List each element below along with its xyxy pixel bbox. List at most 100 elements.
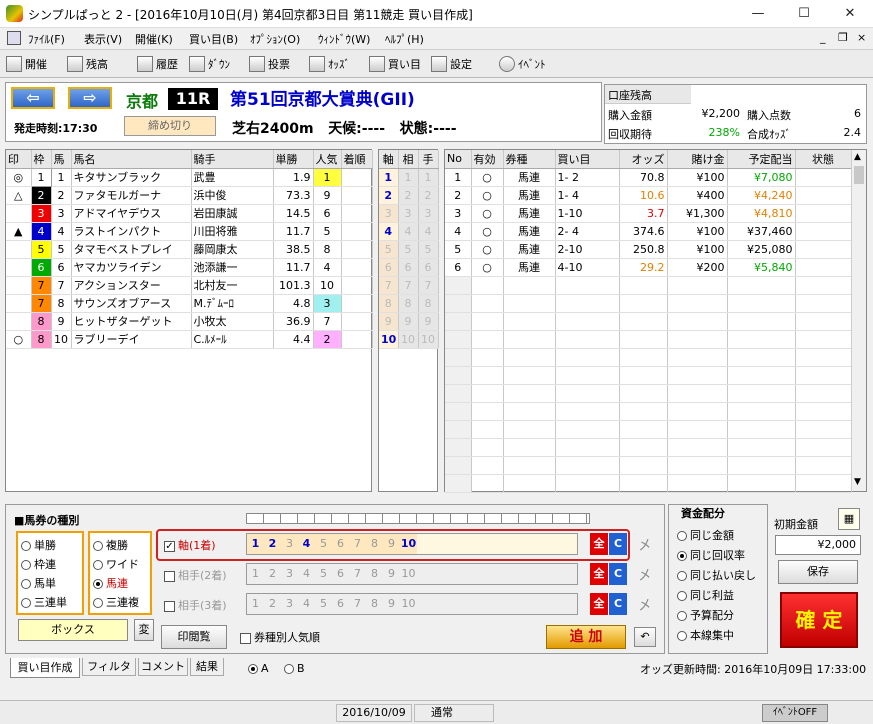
partner-cell[interactable]: 4 — [398, 222, 419, 241]
alloc-radio-5[interactable]: 本線集中 — [677, 627, 734, 643]
prev-race-button[interactable]: ⇦ — [11, 87, 55, 109]
number-toggle[interactable]: 6 — [332, 594, 349, 614]
number-toggle[interactable]: 2 — [264, 534, 281, 554]
header-finish[interactable]: 着順 — [341, 150, 373, 169]
horse-row[interactable]: 7 8 サウンズオブアース M.ﾃﾞﾑｰﾛ 4.8 3 — [6, 294, 373, 313]
axis-cell[interactable]: 5 — [379, 240, 399, 259]
select-all-button[interactable]: 全 — [590, 593, 608, 615]
bettype-radio-col1-2[interactable]: 馬単 — [21, 575, 56, 591]
menu-option[interactable]: ｵﾌﾟｼｮﾝ(O) — [250, 31, 300, 47]
bettype-radio-col2-2[interactable]: 馬連 — [93, 575, 128, 591]
axis-cell[interactable]: 6 — [379, 258, 399, 277]
number-toggle[interactable]: 9 — [383, 594, 400, 614]
alloc-radio-2[interactable]: 同じ払い戻し — [677, 567, 756, 583]
bet-row[interactable]: 2 ○ 馬連 1- 4 10.6 ¥400 ¥4,240 — [445, 186, 852, 205]
menu-kaime[interactable]: 買い目(B) — [189, 31, 238, 47]
header-odds[interactable]: オッズ — [619, 150, 668, 169]
partner-cell[interactable]: 5 — [398, 240, 419, 259]
horse-row[interactable]: 6 6 ヤマカツライデン 池添謙一 11.7 4 — [6, 258, 373, 277]
header-valid[interactable]: 有効 — [471, 150, 504, 169]
axis-cell[interactable]: 10 — [379, 330, 399, 349]
axis-cell[interactable]: 2 — [379, 186, 399, 205]
scroll-thumb[interactable] — [854, 166, 864, 184]
horse-row[interactable]: △ 2 2 ファタモルガーナ 浜中俊 73.3 9 — [6, 186, 373, 205]
number-toggle[interactable]: 3 — [281, 564, 298, 584]
tab-comment[interactable]: コメント — [138, 658, 188, 676]
hand-cell[interactable]: 6 — [418, 258, 439, 277]
menu-help[interactable]: ﾍﾙﾌﾟ(H) — [385, 31, 424, 47]
number-toggle[interactable]: 8 — [366, 564, 383, 584]
axis-row-checkbox-2[interactable]: 相手(3着) — [164, 597, 227, 613]
alloc-radio-3[interactable]: 同じ利益 — [677, 587, 734, 603]
init-amount-input[interactable]: ¥2,000 — [775, 535, 861, 555]
hand-cell[interactable]: 5 — [418, 240, 439, 259]
axis-cell[interactable]: 9 — [379, 312, 399, 331]
axis-cell[interactable]: 8 — [379, 294, 399, 313]
horse-row[interactable]: 8 9 ヒットザターゲット 小牧太 36.9 7 — [6, 312, 373, 331]
mdi-close-icon[interactable]: × — [857, 31, 866, 44]
number-toggle[interactable]: 1 — [247, 594, 264, 614]
bet-row[interactable]: 4 ○ 馬連 2- 4 374.6 ¥100 ¥37,460 — [445, 222, 852, 241]
number-toggle[interactable]: 4 — [298, 594, 315, 614]
header-umaban[interactable]: 馬 — [51, 150, 72, 169]
box-mode-field[interactable]: ボックス — [18, 619, 128, 641]
clear-button[interactable]: C — [609, 593, 627, 615]
number-toggle[interactable]: 8 — [366, 594, 383, 614]
bet-row[interactable]: 1 ○ 馬連 1- 2 70.8 ¥100 ¥7,080 — [445, 168, 852, 187]
axis-row-checkbox-0[interactable]: ✓ 軸(1着) — [164, 537, 216, 553]
menu-window[interactable]: ｳｨﾝﾄﾞｳ(W) — [318, 31, 370, 47]
tab-result[interactable]: 結果 — [190, 658, 224, 676]
hand-cell[interactable]: 2 — [418, 186, 439, 205]
number-toggle[interactable]: 9 — [383, 534, 400, 554]
partner-cell[interactable]: 7 — [398, 276, 419, 295]
number-toggle[interactable]: 7 — [349, 594, 366, 614]
scroll-up-icon[interactable]: ▲ — [854, 152, 861, 162]
header-win-odds[interactable]: 単勝 — [273, 150, 314, 169]
radio-b[interactable]: B — [284, 662, 305, 675]
bet-list-scrollbar[interactable]: ▲ ▼ — [851, 150, 866, 491]
toolbar-vote-button[interactable]: 投票 — [246, 53, 293, 75]
toolbar-download-button[interactable]: ﾀﾞｳﾝ — [186, 53, 233, 75]
bettype-radio-col2-1[interactable]: ワイド — [93, 556, 139, 572]
select-all-button[interactable]: 全 — [590, 563, 608, 585]
number-toggle[interactable]: 2 — [264, 594, 281, 614]
bet-row[interactable]: 5 ○ 馬連 2-10 250.8 ¥100 ¥25,080 — [445, 240, 852, 259]
partner-cell[interactable]: 1 — [398, 168, 419, 187]
header-combo[interactable]: 買い目 — [555, 150, 620, 169]
hand-cell[interactable]: 10 — [418, 330, 439, 349]
tab-filter[interactable]: フィルタ — [82, 658, 136, 676]
horse-row[interactable]: 5 5 タマモベストプレイ 藤岡康太 38.5 8 — [6, 240, 373, 259]
number-toggle[interactable]: 6 — [332, 564, 349, 584]
axis-cell[interactable]: 3 — [379, 204, 399, 223]
save-button[interactable]: 保存 — [778, 560, 858, 584]
bettype-radio-col2-0[interactable]: 複勝 — [93, 537, 128, 553]
number-toggle[interactable]: 3 — [281, 594, 298, 614]
print-view-button[interactable]: 印閲覧 — [161, 625, 227, 649]
undo-icon[interactable]: ↶ — [634, 627, 656, 647]
bet-row[interactable]: 6 ○ 馬連 4-10 29.2 ¥200 ¥5,840 — [445, 258, 852, 277]
header-horse-name[interactable]: 馬名 — [71, 150, 192, 169]
menu-file[interactable]: ﾌｧｲﾙ(F) — [28, 31, 65, 47]
mdi-minimize-icon[interactable]: _ — [820, 31, 826, 44]
number-toggle[interactable]: 5 — [315, 594, 332, 614]
number-toggle[interactable]: 7 — [349, 564, 366, 584]
number-toggle[interactable]: 5 — [315, 564, 332, 584]
bettype-radio-col1-1[interactable]: 枠連 — [21, 556, 56, 572]
partner-cell[interactable]: 3 — [398, 204, 419, 223]
toolbar-history-button[interactable]: 履歴 — [134, 53, 181, 75]
partner-cell[interactable]: 9 — [398, 312, 419, 331]
menu-kaisai[interactable]: 開催(K) — [135, 31, 173, 47]
number-toggle[interactable]: 6 — [332, 534, 349, 554]
horse-row[interactable]: ▲ 4 4 ラストインパクト 川田将雅 11.7 5 — [6, 222, 373, 241]
number-toggle[interactable]: 10 — [400, 594, 417, 614]
minimize-button[interactable]: — — [735, 0, 781, 28]
number-toggle[interactable]: 3 — [281, 534, 298, 554]
alloc-radio-0[interactable]: 同じ金額 — [677, 527, 734, 543]
number-toggle[interactable]: 1 — [247, 534, 264, 554]
header-payout[interactable]: 予定配当 — [727, 150, 796, 169]
number-toggle[interactable]: 7 — [349, 534, 366, 554]
number-toggle[interactable]: 2 — [264, 564, 281, 584]
horse-row[interactable]: ○ 8 10 ラブリーデイ C.ﾙﾒｰﾙ 4.4 2 — [6, 330, 373, 349]
header-ticket-type[interactable]: 券種 — [503, 150, 556, 169]
toolbar-kaime-button[interactable]: 買い目 — [366, 53, 424, 75]
